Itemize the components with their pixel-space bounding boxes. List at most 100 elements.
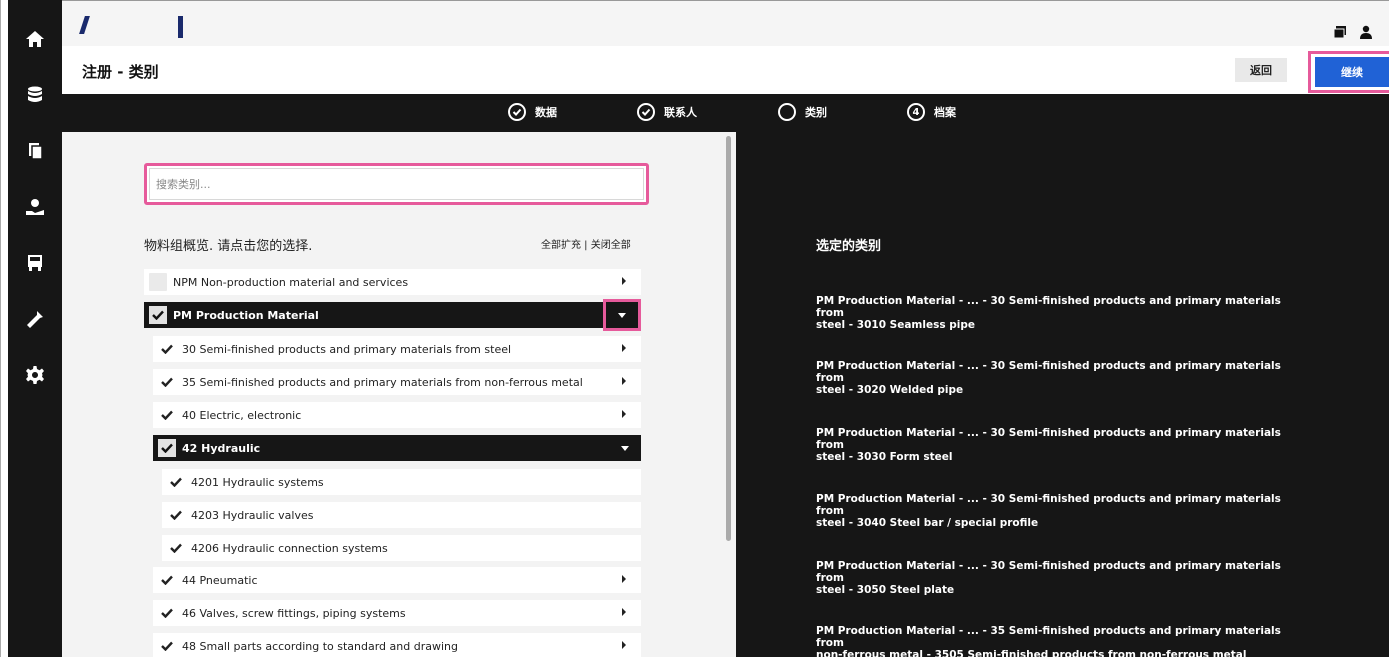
selected-category-line: PM Production Material - ... - 30 Semi-f…: [816, 295, 1281, 319]
selected-category-item: PM Production Material - ... - 30 Semi-f…: [816, 493, 1306, 529]
tree-item-4206[interactable]: 4206 Hydraulic connection systems: [162, 535, 641, 561]
step-data[interactable]: 数据: [508, 103, 557, 121]
tree-item-48[interactable]: 48 Small parts according to standard and…: [153, 633, 641, 659]
step-number: 4: [907, 103, 925, 121]
chevron-right-icon[interactable]: [622, 641, 626, 649]
check-icon[interactable]: [158, 373, 176, 391]
user-icon[interactable]: [1359, 24, 1373, 39]
selected-category-item: PM Production Material - ... - 30 Semi-f…: [816, 295, 1306, 331]
check-icon[interactable]: [158, 340, 176, 358]
category-tree-panel: 物料组概览. 请点击您的选择. 全部扩充 | 关闭全部 NPM Non-prod…: [62, 132, 736, 659]
selected-category-line: PM Production Material - ... - 30 Semi-f…: [816, 427, 1281, 451]
chevron-right-icon[interactable]: [622, 277, 626, 285]
tree-item-label: 35 Semi-finished products and primary ma…: [182, 375, 583, 389]
step-contacts[interactable]: 联系人: [637, 103, 697, 121]
tree-item-label: NPM Non-production material and services: [173, 275, 409, 289]
checkbox-checked[interactable]: [158, 439, 176, 457]
collapse-all-link[interactable]: 关闭全部: [591, 240, 631, 251]
check-icon[interactable]: [167, 506, 185, 524]
documents-icon[interactable]: [22, 138, 48, 164]
title-bar: 注册 - 类别 返回 继续: [62, 46, 1389, 94]
settings-icon[interactable]: [22, 362, 48, 388]
selected-category-item: PM Production Material - ... - 35 Semi-f…: [816, 625, 1306, 661]
tree-item-4203[interactable]: 4203 Hydraulic valves: [162, 502, 641, 528]
database-icon[interactable]: [22, 82, 48, 108]
chevron-right-icon[interactable]: [622, 344, 626, 352]
step-label: 档案: [934, 106, 956, 119]
top-bar: [62, 1, 1389, 46]
step-profile[interactable]: 4 档案: [907, 103, 956, 121]
expand-collapse-links: 全部扩充 | 关闭全部: [541, 236, 631, 251]
transport-icon[interactable]: [22, 250, 48, 276]
continue-button[interactable]: 继续: [1315, 57, 1389, 87]
tree-item-label: 42 Hydraulic: [182, 441, 261, 455]
back-button[interactable]: 返回: [1235, 58, 1287, 82]
tree-item-4201[interactable]: 4201 Hydraulic systems: [162, 469, 641, 495]
selected-categories-title: 选定的类别: [816, 239, 882, 254]
checkbox-checked[interactable]: [149, 306, 167, 324]
selected-category-line: steel - 3040 Steel bar / special profile: [816, 517, 1039, 529]
tree-item-label: PM Production Material: [173, 308, 319, 322]
check-circle-icon: [508, 103, 526, 121]
selected-category-line: PM Production Material - ... - 35 Semi-f…: [816, 625, 1281, 649]
chevron-down-icon[interactable]: [621, 446, 629, 451]
tree-item-label: 4206 Hydraulic connection systems: [191, 541, 388, 555]
check-icon[interactable]: [158, 406, 176, 424]
window-icon[interactable]: [1333, 24, 1347, 39]
expand-all-link[interactable]: 全部扩充: [541, 240, 581, 251]
chevron-right-icon[interactable]: [622, 377, 626, 385]
selected-category-line: PM Production Material - ... - 30 Semi-f…: [816, 493, 1281, 517]
tree-item-npm[interactable]: NPM Non-production material and services: [144, 269, 641, 295]
check-icon[interactable]: [167, 539, 185, 557]
chevron-right-icon[interactable]: [622, 608, 626, 616]
selected-category-line: steel - 3010 Seamless pipe: [816, 319, 975, 331]
tree-item-label: 44 Pneumatic: [182, 573, 258, 587]
step-categories[interactable]: 类别: [778, 103, 827, 121]
selected-category-line: PM Production Material - ... - 30 Semi-f…: [816, 360, 1281, 384]
check-icon[interactable]: [158, 637, 176, 655]
selected-category-line: steel - 3050 Steel plate: [816, 584, 955, 596]
check-circle-icon: [637, 103, 655, 121]
check-icon[interactable]: [158, 571, 176, 589]
check-icon[interactable]: [158, 604, 176, 622]
selected-category-line: PM Production Material - ... - 30 Semi-f…: [816, 560, 1281, 584]
chevron-right-icon[interactable]: [622, 575, 626, 583]
chevron-right-icon[interactable]: [622, 410, 626, 418]
tree-item-44[interactable]: 44 Pneumatic: [153, 567, 641, 593]
support-icon[interactable]: [22, 194, 48, 220]
home-icon[interactable]: [22, 26, 48, 52]
tree-item-40[interactable]: 40 Electric, electronic: [153, 402, 641, 428]
tree-item-label: 40 Electric, electronic: [182, 408, 302, 422]
tree-item-label: 4203 Hydraulic valves: [191, 508, 314, 522]
collapse-toggle-button[interactable]: [603, 299, 641, 331]
tree-item-pm[interactable]: PM Production Material: [144, 299, 641, 331]
sidebar: [8, 0, 62, 657]
link-separator: |: [581, 240, 591, 251]
tree-item-46[interactable]: 46 Valves, screw fittings, piping system…: [153, 600, 641, 626]
scrollbar[interactable]: [726, 136, 731, 541]
check-icon[interactable]: [167, 473, 185, 491]
tree-item-label: 4201 Hydraulic systems: [191, 475, 324, 489]
continue-button-highlight: 继续: [1308, 51, 1389, 93]
tree-item-label: 46 Valves, screw fittings, piping system…: [182, 606, 406, 620]
tree-item-42[interactable]: 42 Hydraulic: [153, 435, 641, 461]
overview-label: 物料组概览. 请点击您的选择.: [144, 239, 313, 254]
tree-item-30[interactable]: 30 Semi-finished products and primary ma…: [153, 336, 641, 362]
window-frame-left: [0, 0, 8, 657]
search-input[interactable]: [149, 168, 644, 200]
selected-category-item: PM Production Material - ... - 30 Semi-f…: [816, 427, 1306, 463]
chevron-down-icon: [618, 312, 626, 318]
logo-mark: [79, 16, 90, 34]
search-highlight: [144, 163, 649, 205]
empty-circle-icon: [778, 103, 796, 121]
tools-icon[interactable]: [22, 306, 48, 332]
selected-category-item: PM Production Material - ... - 30 Semi-f…: [816, 360, 1306, 396]
tree-item-35[interactable]: 35 Semi-finished products and primary ma…: [153, 369, 641, 395]
selected-categories-panel: 选定的类别 PM Production Material - ... - 30 …: [736, 132, 1389, 661]
tree-item-label: 48 Small parts according to standard and…: [182, 639, 458, 653]
selected-category-line: steel - 3030 Form steel: [816, 451, 953, 463]
step-label: 类别: [805, 106, 827, 119]
checkbox-empty[interactable]: [149, 273, 167, 291]
step-label: 联系人: [664, 106, 697, 119]
logo-mark: [178, 16, 183, 38]
